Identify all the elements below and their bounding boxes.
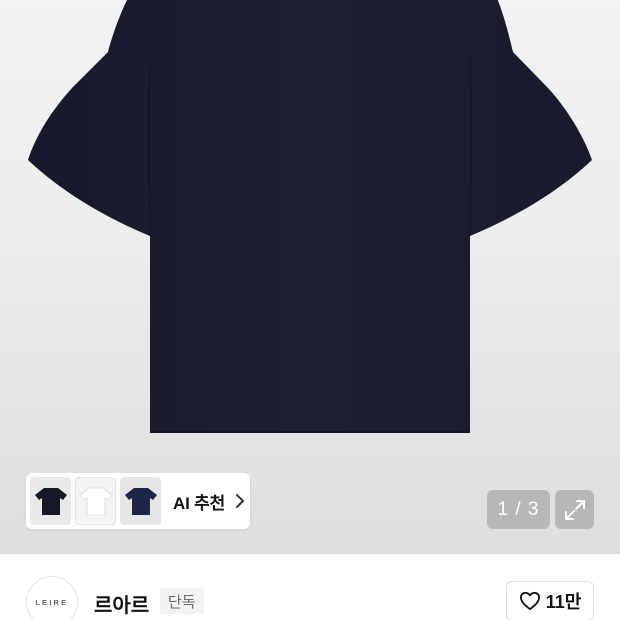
brand-row: LEIRE 르아르 단독 11만 [0, 554, 620, 620]
expand-arrows-icon [564, 499, 585, 520]
tshirt-icon [78, 487, 113, 516]
exclusive-badge: 단독 [160, 588, 204, 614]
ai-recommend-label: AI 추천 [173, 493, 226, 513]
brand-name[interactable]: 르아르 [94, 589, 149, 618]
product-image-gallery[interactable]: AI 추천 1 / 3 [0, 0, 620, 554]
image-counter: 1 / 3 [487, 490, 550, 529]
tshirt-icon [124, 488, 157, 515]
heart-icon [519, 591, 540, 611]
brand-logo[interactable]: LEIRE [26, 576, 78, 620]
recommend-thumb-white[interactable] [75, 477, 116, 525]
chevron-right-icon [235, 493, 245, 509]
recommend-thumb-blue[interactable] [120, 477, 161, 525]
tshirt-icon [34, 488, 67, 515]
product-image [28, 0, 592, 433]
like-count: 11만 [545, 592, 582, 612]
ai-recommend-button[interactable]: AI 추천 [26, 473, 250, 529]
like-button[interactable]: 11만 [506, 581, 594, 620]
expand-image-button[interactable] [555, 490, 594, 529]
recommend-thumb-navy[interactable] [30, 477, 71, 525]
